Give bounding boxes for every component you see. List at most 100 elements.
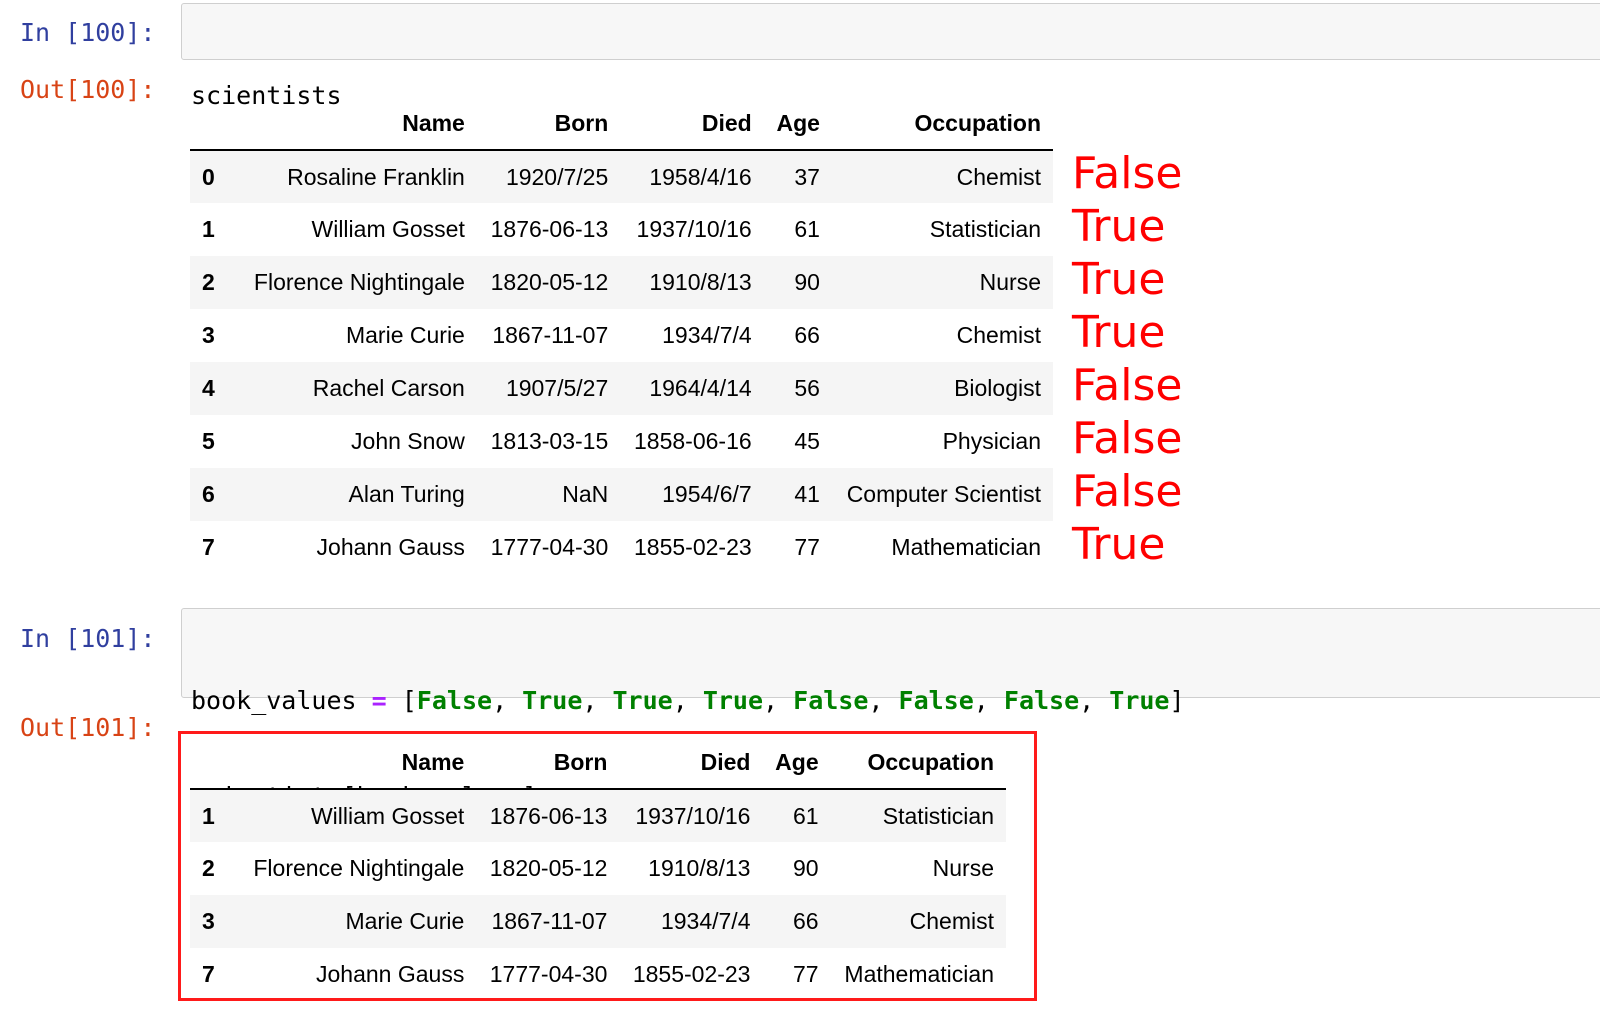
- cell-name: Alan Turing: [348, 481, 465, 507]
- boolean-annotation: True: [1072, 307, 1166, 358]
- cell-occupation: Computer Scientist: [846, 481, 1041, 507]
- code-keyword: False: [416, 686, 493, 715]
- code-bracket-close: ]: [1169, 686, 1185, 715]
- cell-age: 37: [794, 163, 820, 190]
- column-header: Died: [620, 97, 764, 151]
- assign-operator: =: [371, 686, 387, 715]
- boolean-annotations: False True True True False False False True: [1072, 149, 1182, 573]
- cell-name: Rachel Carson: [312, 375, 465, 401]
- table-row: 6 Alan Turing NaN 1954/6/7 41 Computer Scient…: [190, 468, 1053, 521]
- boolean-annotation: False: [1072, 148, 1183, 199]
- code-variable: book_values: [191, 686, 372, 715]
- cell-name: Rosaline Franklin: [287, 163, 465, 190]
- boolean-annotation: True: [1072, 254, 1166, 305]
- row-index: 2: [202, 269, 215, 295]
- code-bracket-open: [: [386, 686, 417, 715]
- code-separator: ,: [1079, 686, 1110, 715]
- column-header: Age: [763, 97, 832, 151]
- code-separator: ,: [868, 686, 899, 715]
- cell-name: Marie Curie: [345, 322, 465, 348]
- cell-died: 1937/10/16: [636, 216, 752, 242]
- cell-age: 56: [794, 375, 820, 401]
- boolean-annotation: False: [1072, 413, 1183, 464]
- code-keyword: True: [612, 686, 673, 715]
- boolean-annotation: True: [1072, 519, 1166, 570]
- cell-age: 90: [794, 269, 820, 295]
- row-index: 3: [202, 322, 215, 348]
- cell-died: 1964/4/14: [649, 375, 752, 401]
- table-row: 2 Florence Nightingale 1820-05-12 1910/8/13…: [190, 256, 1053, 309]
- table-row: 5 John Snow 1813-03-15 1858-06-16 45 Physicia…: [190, 415, 1053, 468]
- cell-name: Florence Nightingale: [253, 269, 465, 295]
- table-row: 3 Marie Curie 1867-11-07 1934/7/4 66 Chemist: [190, 309, 1053, 362]
- row-index: 1: [202, 216, 215, 242]
- cell-age: 61: [794, 216, 820, 242]
- code-separator: ,: [763, 686, 794, 715]
- table-row: 4 Rachel Carson 1907/5/27 1964/4/14 56 Biolog…: [190, 362, 1053, 415]
- table-row: 7 Johann Gauss 1777-04-30 1855-02-23 77 Mathe…: [190, 521, 1053, 574]
- code-cell-input-100[interactable]: scientists: [181, 3, 1600, 110]
- cell-born: 1876-06-13: [490, 216, 609, 242]
- cell-born: 1820-05-12: [490, 269, 609, 295]
- column-header: Born: [476, 97, 621, 151]
- column-header: Occupation: [831, 97, 1053, 151]
- cell-occupation: Mathematician: [891, 534, 1041, 560]
- cell-occupation: Nurse: [979, 269, 1041, 295]
- row-index: 5: [202, 428, 215, 454]
- row-index: 4: [202, 375, 215, 401]
- cell-name: John Snow: [351, 428, 465, 454]
- cell-name: William Gosset: [311, 216, 465, 242]
- table-header-row: Name Born Died Age Occupation: [190, 97, 1053, 151]
- cell-born: 1813-03-15: [490, 428, 609, 454]
- table-row: 0 Rosaline Franklin 1920/7/25 1958/4/16 37 Ch…: [190, 150, 1053, 203]
- dataframe-output-100: Name Born Died Age Occupation 0 Rosaline …: [190, 97, 1053, 574]
- row-index: 6: [202, 481, 215, 507]
- cell-occupation: Chemist: [956, 322, 1041, 348]
- boolean-annotation: False: [1072, 360, 1183, 411]
- cell-occupation: Biologist: [954, 375, 1041, 401]
- code-separator: ,: [672, 686, 703, 715]
- cell-died: 1958/4/16: [649, 163, 752, 190]
- index-header: [190, 97, 239, 151]
- cell-born: 1867-11-07: [492, 322, 609, 348]
- highlight-box: [178, 731, 1037, 1001]
- code-keyword: False: [793, 686, 869, 715]
- in-prompt-100: In [100]:: [20, 18, 156, 47]
- cell-died: 1910/8/13: [649, 269, 752, 295]
- cell-occupation: Statistician: [929, 216, 1041, 242]
- out-prompt-101: Out[101]:: [20, 713, 156, 742]
- code-cell-input-101[interactable]: book_values = [False, True, True, True, …: [181, 608, 1600, 811]
- cell-died: 1855-02-23: [634, 534, 752, 560]
- boolean-annotation: False: [1072, 466, 1183, 517]
- code-keyword: True: [702, 686, 764, 715]
- cell-name: Johann Gauss: [316, 534, 465, 560]
- cell-born: 1920/7/25: [505, 163, 609, 190]
- cell-died: 1858-06-16: [634, 428, 752, 454]
- out-prompt-100: Out[100]:: [20, 75, 156, 104]
- code-separator: ,: [492, 686, 523, 715]
- code-keyword: False: [898, 686, 974, 715]
- cell-born: 1907/5/27: [505, 375, 609, 401]
- cell-born: 1777-04-30: [490, 534, 609, 560]
- row-index: 7: [202, 534, 215, 560]
- cell-age: 77: [794, 534, 820, 560]
- cell-age: 66: [794, 322, 820, 348]
- cell-occupation: Physician: [942, 428, 1041, 454]
- code-keyword: True: [522, 686, 583, 715]
- code-keyword: True: [1109, 686, 1170, 715]
- column-header: Name: [239, 97, 477, 151]
- cell-died: 1954/6/7: [662, 481, 752, 507]
- table-row: 1 William Gosset 1876-06-13 1937/10/16 61 Sta…: [190, 203, 1053, 256]
- cell-occupation: Chemist: [956, 163, 1041, 190]
- code-line: book_values = [False, True, True, True, …: [191, 685, 1600, 717]
- cell-age: 41: [794, 481, 820, 507]
- code-separator: ,: [973, 686, 1004, 715]
- code-separator: ,: [582, 686, 613, 715]
- code-keyword: False: [1003, 686, 1080, 715]
- row-index: 0: [202, 163, 215, 190]
- cell-died: 1934/7/4: [662, 322, 752, 348]
- cell-born: NaN: [562, 481, 609, 507]
- in-prompt-101: In [101]:: [20, 624, 156, 653]
- cell-age: 45: [794, 428, 820, 454]
- boolean-annotation: True: [1072, 201, 1166, 252]
